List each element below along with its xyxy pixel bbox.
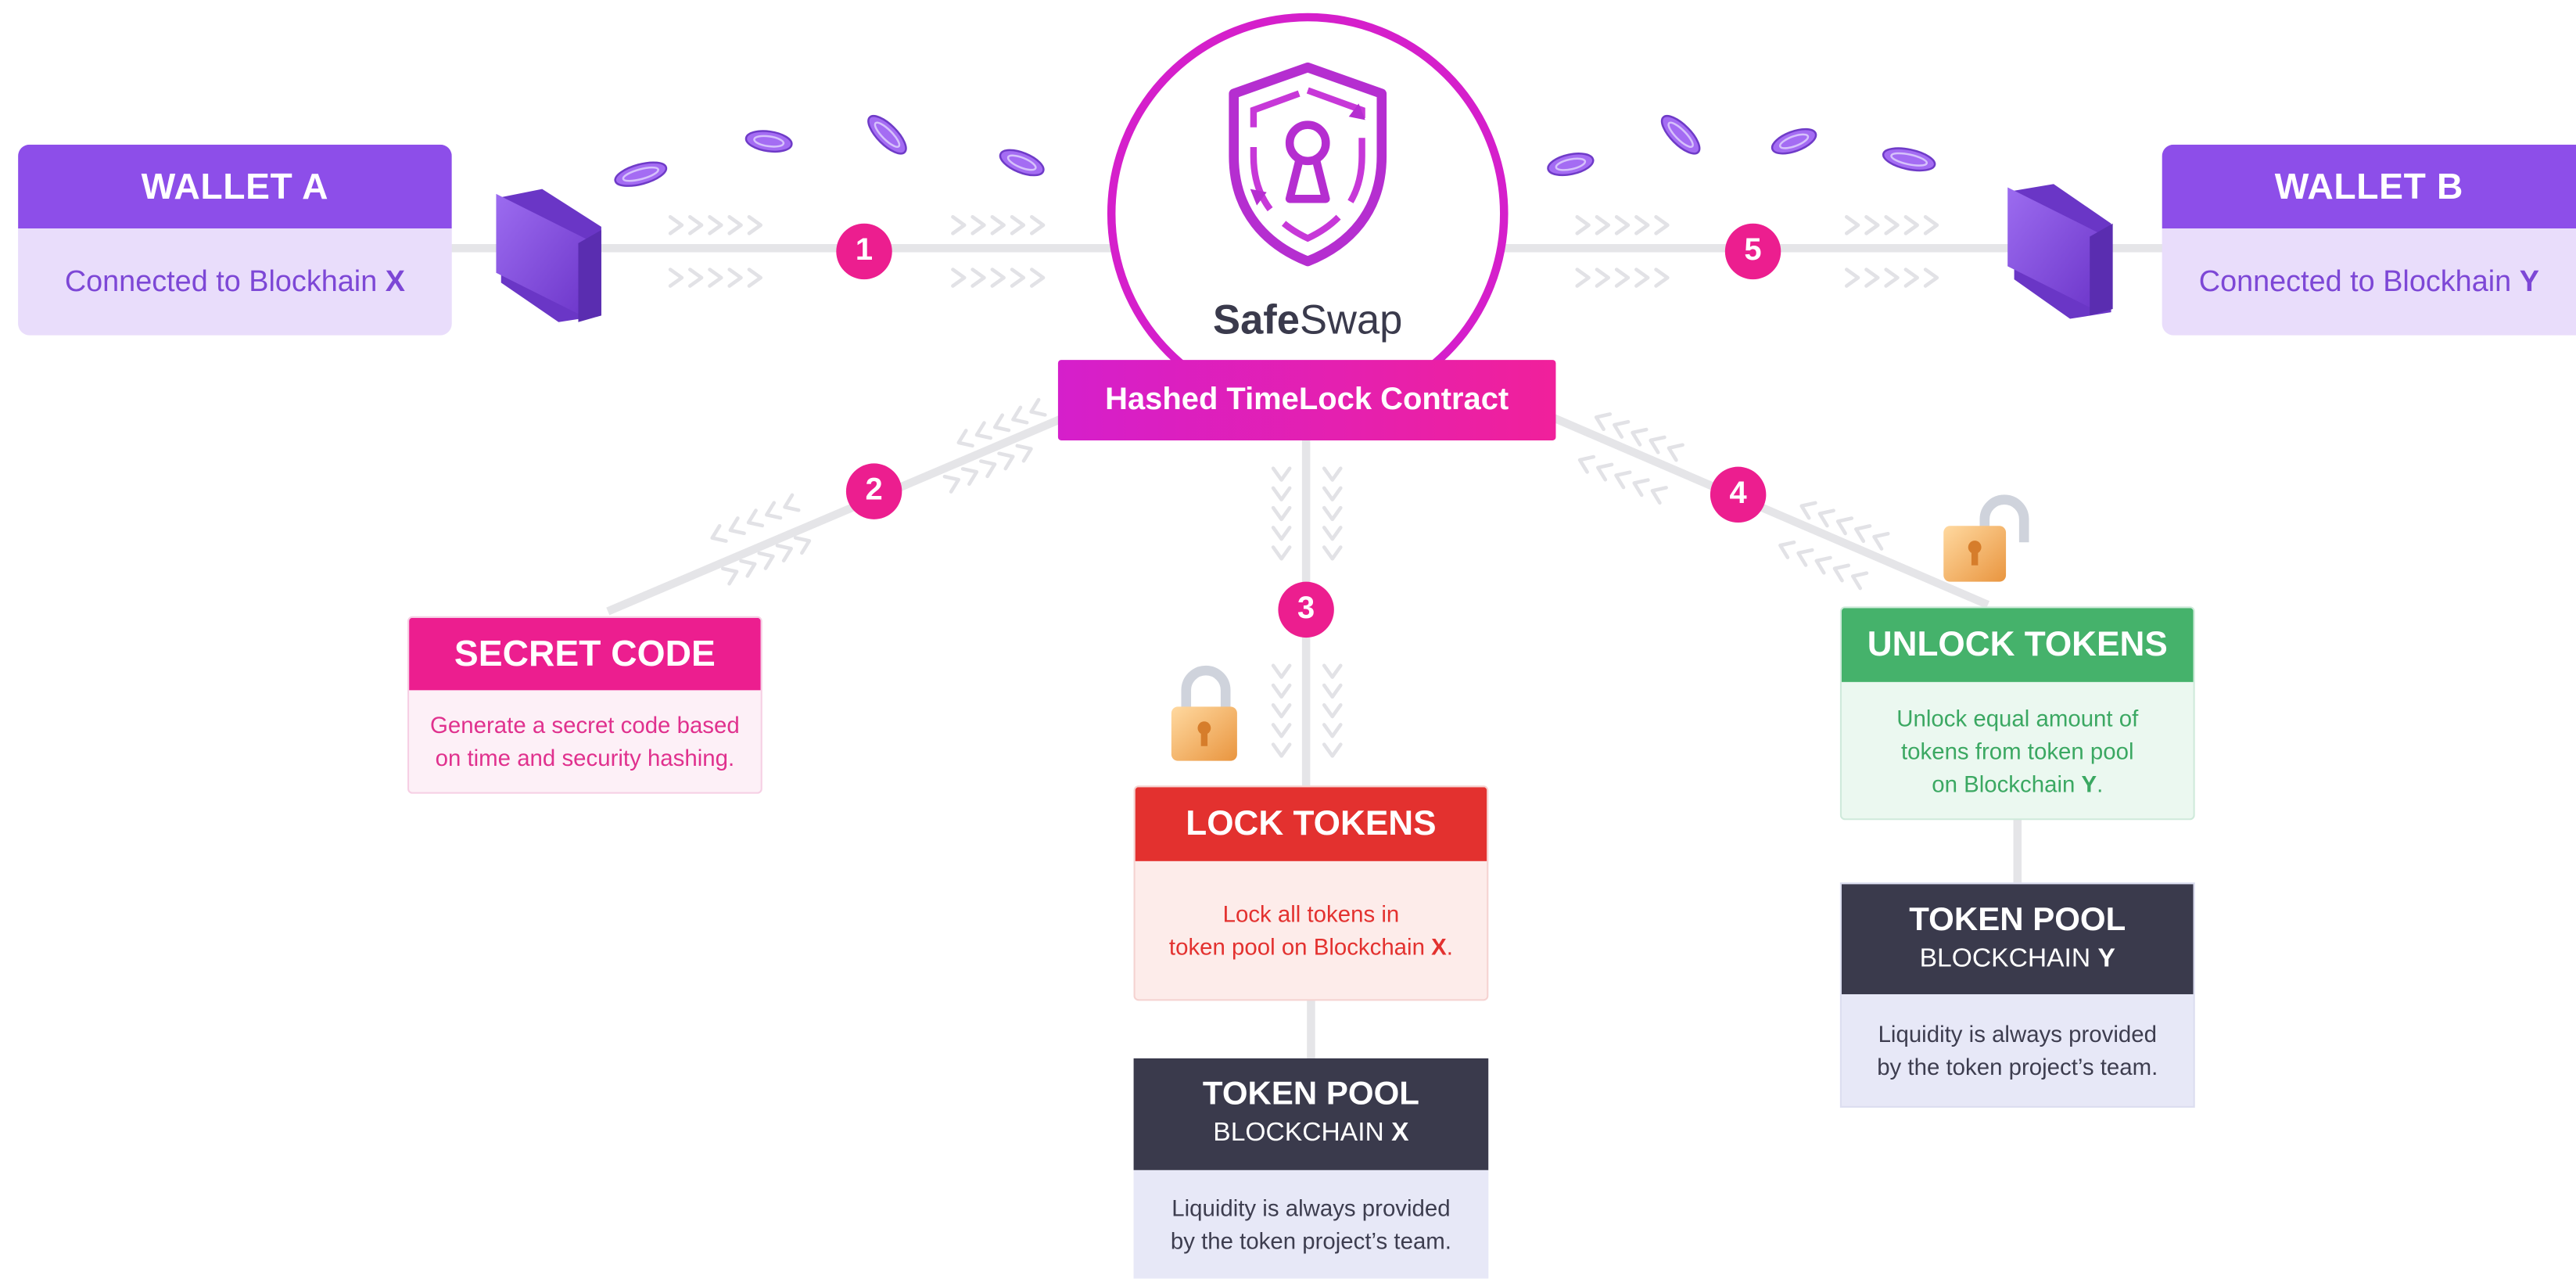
padlock-unlocked-icon — [1943, 494, 2029, 582]
logo-wordmark: SafeSwap — [1115, 297, 1500, 345]
secret-code-card: SECRET CODE Generate a secret code based… — [407, 616, 762, 794]
wallet-a-text: Connected to Blockhain — [64, 264, 386, 298]
unlock-tokens-line1: Unlock equal amount of — [1896, 704, 2139, 731]
token-pool-y-header: TOKEN POOL BLOCKCHAIN Y — [1841, 884, 2194, 994]
step-badge-2: 2 — [845, 463, 902, 519]
token-pool-x-header: TOKEN POOL BLOCKCHAIN X — [1133, 1058, 1489, 1170]
unlock-tokens-end: . — [2097, 770, 2104, 796]
unlock-tokens-card: UNLOCK TOKENS Unlock equal amount of tok… — [1839, 606, 2195, 821]
unlock-tokens-line2: tokens from token pool — [1900, 737, 2134, 763]
unlock-tokens-title: UNLOCK TOKENS — [1841, 608, 2194, 682]
safeswap-logo: SafeSwap — [1107, 13, 1509, 415]
wallet-a-chain: X — [385, 264, 406, 298]
wallet-b-chain: Y — [2519, 264, 2539, 298]
logo-bold: Safe — [1213, 297, 1300, 344]
contract-box: Hashed TimeLock Contract — [1057, 360, 1556, 441]
flow-line-unlock — [1551, 413, 1990, 609]
wallet-icon — [2007, 184, 2113, 319]
token-pool-y-line2: by the token project’s team. — [1877, 1053, 2158, 1080]
step-badge-1: 1 — [836, 223, 892, 280]
lock-tokens-line2: token pool on Blockchain — [1168, 933, 1432, 960]
secret-code-title: SECRET CODE — [409, 617, 761, 691]
token-pool-x-card: TOKEN POOL BLOCKCHAIN X Liquidity is alw… — [1133, 1058, 1489, 1279]
padlock-locked-icon — [1171, 665, 1237, 761]
lock-tokens-card: LOCK TOKENS Lock all tokens in token poo… — [1133, 785, 1489, 1001]
lock-tokens-title: LOCK TOKENS — [1135, 787, 1487, 861]
lock-tokens-end: . — [1446, 933, 1453, 960]
step-badge-3: 3 — [1278, 581, 1334, 638]
token-pool-y-chain: Y — [2097, 943, 2115, 972]
wallet-a-title: WALLET A — [18, 144, 452, 229]
wallet-a-body: Connected to Blockhain X — [18, 228, 452, 336]
unlock-tokens-chain: Y — [2081, 770, 2097, 796]
wallet-b-text: Connected to Blockhain — [2198, 264, 2520, 298]
lock-tokens-line1: Lock all tokens in — [1222, 900, 1400, 927]
shield-keyhole-icon — [1229, 62, 1387, 267]
wallet-icon — [496, 189, 601, 322]
lock-tokens-chain: X — [1431, 933, 1447, 960]
token-pool-x-line2: by the token project’s team. — [1170, 1227, 1451, 1254]
token-pool-x-body: Liquidity is always provided by the toke… — [1134, 1170, 1489, 1279]
wallet-b-card: WALLET B Connected to Blockhain Y — [2162, 144, 2576, 336]
token-pool-x-line1: Liquidity is always provided — [1171, 1195, 1451, 1221]
wallet-b-title: WALLET B — [2162, 144, 2576, 229]
unlock-tokens-line3: on Blockchain — [1932, 770, 2082, 796]
secret-code-line2: on time and security hashing. — [435, 744, 735, 771]
flow-line-secret — [606, 413, 1067, 616]
token-pool-y-sub: BLOCKCHAIN — [1919, 943, 2098, 972]
token-pool-y-line1: Liquidity is always provided — [1878, 1020, 2157, 1047]
unlock-tokens-body: Unlock equal amount of tokens from token… — [1842, 682, 2194, 818]
lock-tokens-body: Lock all tokens in token pool on Blockch… — [1136, 861, 1487, 999]
token-pool-y-card: TOKEN POOL BLOCKCHAIN Y Liquidity is alw… — [1839, 882, 2195, 1108]
secret-code-body: Generate a secret code based on time and… — [409, 690, 761, 792]
token-pool-x-title: TOKEN POOL — [1202, 1076, 1419, 1113]
token-pool-y-title: TOKEN POOL — [1909, 901, 2126, 938]
safeswap-diagram: SafeSwap Hashed TimeLock Contract WALLET… — [0, 0, 2576, 1279]
logo-rest: Swap — [1299, 297, 1403, 344]
contract-label: Hashed TimeLock Contract — [1105, 382, 1509, 417]
step-badge-5: 5 — [1724, 223, 1781, 280]
secret-code-line1: Generate a secret code based — [430, 711, 740, 738]
token-pool-x-sub: BLOCKCHAIN — [1213, 1119, 1392, 1148]
step-badge-4: 4 — [1710, 466, 1767, 523]
token-pool-x-chain: X — [1391, 1119, 1409, 1148]
wallet-b-body: Connected to Blockhain Y — [2162, 228, 2576, 336]
wallet-a-card: WALLET A Connected to Blockhain X — [18, 144, 452, 336]
token-pool-y-body: Liquidity is always provided by the toke… — [1842, 994, 2194, 1106]
